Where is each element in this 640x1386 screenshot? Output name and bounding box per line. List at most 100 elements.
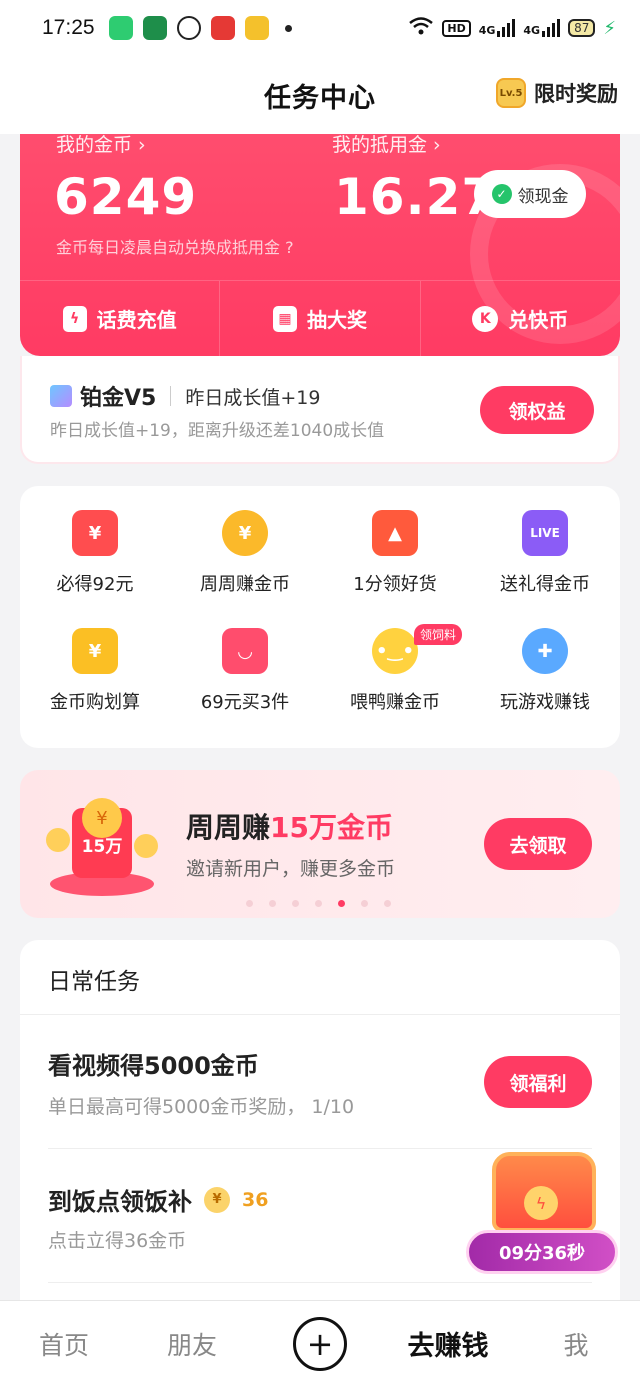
charging-icon: ⚡ bbox=[603, 17, 616, 39]
k-coin-button[interactable]: K 兑快币 bbox=[419, 281, 620, 356]
status-bar: 17:25 HD 4G 4G 87 ⚡ bbox=[0, 0, 640, 56]
grid-item-label: 69元买3件 bbox=[200, 692, 290, 713]
grid-item[interactable]: LIVE 送礼得金币 bbox=[470, 510, 620, 628]
coin-icon: ¥ bbox=[222, 510, 268, 556]
cash-value: 16.27 bbox=[334, 168, 498, 226]
pagination-dot bbox=[338, 900, 345, 907]
daily-tasks-card: 日常任务 看视频得5000金币 单日最高可得5000金币奖励， 1/10 领福利… bbox=[20, 940, 620, 1340]
limited-reward-button[interactable]: Lv.5 限时奖励 bbox=[496, 78, 618, 108]
banner-title: 周周赚15万金币 bbox=[186, 806, 393, 846]
task-title-text: 看视频得5000金币 bbox=[48, 1052, 259, 1080]
phone-recharge-button[interactable]: ϟ 话费充值 bbox=[20, 281, 219, 356]
vip-growth: 昨日成长值+19 bbox=[185, 386, 321, 409]
k-coin-label: 兑快币 bbox=[508, 308, 569, 332]
grid-item-label: 1分领好货 bbox=[353, 574, 437, 595]
level-badge-icon: Lv.5 bbox=[496, 78, 526, 108]
page-title: 任务中心 bbox=[264, 82, 376, 114]
chest-lock-icon: ϟ bbox=[524, 1186, 558, 1220]
divider bbox=[20, 1014, 620, 1015]
lottery-button[interactable]: ▦ 抽大奖 bbox=[219, 281, 419, 356]
red-envelope-icon: ¥ bbox=[72, 510, 118, 556]
feature-grid: ¥ 必得92元 ¥ 周周赚金币 ▲ 1分领好货 LIVE 送礼得金币 ¥ 金币购划算 ◡ 69元买3件… bbox=[20, 486, 620, 746]
grid-item[interactable]: ✚ 玩游戏赚钱 bbox=[470, 628, 620, 746]
phone-recharge-label: 话费充值 bbox=[96, 308, 177, 332]
chest-timer: 09分36秒 bbox=[466, 1230, 618, 1274]
pagination-dot bbox=[246, 900, 253, 907]
grid-item[interactable]: ◡ 69元买3件 bbox=[170, 628, 320, 746]
feature-grid-card: ¥ 必得92元 ¥ 周周赚金币 ▲ 1分领好货 LIVE 送礼得金币 ¥ 金币购划算 ◡ 69元买3件… bbox=[20, 486, 620, 748]
vip-title-row: 铂金V5 昨日成长值+19 bbox=[50, 380, 320, 412]
red-app-icon bbox=[210, 16, 235, 40]
claim-benefits-button[interactable]: 领权益 bbox=[480, 386, 594, 434]
grid-item-label: 金币购划算 bbox=[50, 692, 140, 713]
grid-item-label: 周周赚金币 bbox=[200, 574, 290, 595]
oppo-app-icon bbox=[142, 16, 167, 40]
tab-home[interactable]: 首页 bbox=[0, 1326, 128, 1362]
task-subtitle: 单日最高可得5000金币奖励， 1/10 bbox=[48, 1096, 355, 1118]
check-icon: ✓ bbox=[491, 184, 512, 204]
feed-tag-badge: 领饲料 bbox=[414, 624, 463, 645]
wifi-icon bbox=[408, 16, 434, 40]
task-title: 看视频得5000金币 bbox=[48, 1046, 259, 1081]
gift-icon: ▦ bbox=[272, 305, 297, 332]
status-time: 17:25 bbox=[42, 16, 95, 39]
network-type-2: 4G bbox=[523, 24, 541, 37]
lottery-label: 抽大奖 bbox=[306, 308, 367, 332]
plus-icon: + bbox=[293, 1316, 347, 1371]
svg-text:¥: ¥ bbox=[96, 808, 107, 829]
tab-me[interactable]: 我 bbox=[512, 1326, 640, 1362]
withdraw-cash-label: 领现金 bbox=[517, 186, 569, 207]
signal-icon-2: 4G bbox=[523, 19, 561, 37]
my-cash-link[interactable]: 我的抵用金 › bbox=[332, 134, 441, 157]
task-reward: 36 bbox=[242, 1188, 269, 1211]
grid-item[interactable]: ▲ 1分领好货 bbox=[320, 510, 470, 628]
banner-pagination bbox=[246, 900, 391, 907]
tab-earn[interactable]: 去赚钱 bbox=[384, 1324, 512, 1363]
grid-item[interactable]: ¥ 必得92元 bbox=[20, 510, 170, 628]
wechat-app-icon bbox=[176, 16, 201, 40]
shopping-gift-icon: ◡ bbox=[222, 628, 268, 674]
claim-welfare-button[interactable]: 领福利 bbox=[484, 1056, 592, 1108]
lightning-icon: ϟ bbox=[62, 305, 87, 332]
coin-icon: ¥ bbox=[204, 1186, 230, 1213]
exchange-note: 金币每日凌晨自动兑换成抵用金 ? bbox=[56, 238, 294, 257]
grid-item[interactable]: ¥ 周周赚金币 bbox=[170, 510, 320, 628]
banner-art-label: 15万 bbox=[81, 837, 123, 857]
wallet-card: 我的金币 › 6249 我的抵用金 › 16.27 ✓ 领现金 金币每日凌晨自动… bbox=[20, 134, 620, 356]
notification-dot-icon bbox=[284, 24, 292, 32]
create-button[interactable]: + bbox=[256, 1316, 384, 1371]
network-type-1: 4G bbox=[478, 24, 496, 37]
grid-item-label: 玩游戏赚钱 bbox=[500, 692, 590, 713]
status-indicators: HD 4G 4G 87 ⚡ bbox=[408, 16, 616, 40]
pagination-dot bbox=[361, 900, 368, 907]
vip-card: 铂金V5 昨日成长值+19 昨日成长值+19，距离升级还差1040成长值 领权益 bbox=[20, 356, 620, 464]
task-title: 到饭点领饭补 ¥ 36 bbox=[48, 1182, 268, 1217]
hd-icon: HD bbox=[442, 19, 471, 37]
tab-friends[interactable]: 朋友 bbox=[128, 1326, 256, 1362]
withdraw-cash-button[interactable]: ✓ 领现金 bbox=[474, 170, 586, 218]
treasure-chest-widget[interactable]: ϟ 09分36秒 bbox=[466, 1142, 620, 1278]
promo-banner[interactable]: ¥ 15万 周周赚15万金币 邀请新用户，赚更多金币 去领取 bbox=[20, 770, 620, 918]
platinum-icon bbox=[50, 385, 72, 407]
k-coin-icon: K bbox=[472, 305, 499, 332]
task-subtitle: 点击立得36金币 bbox=[48, 1230, 187, 1252]
claim-banner-button[interactable]: 去领取 bbox=[484, 818, 592, 870]
vip-divider bbox=[170, 386, 172, 406]
grid-item-label: 喂鸭赚金币 bbox=[350, 692, 440, 713]
grid-item[interactable]: ¥ 金币购划算 bbox=[20, 628, 170, 746]
wallet-actions: ϟ 话费充值 ▦ 抽大奖 K 兑快币 bbox=[20, 280, 620, 356]
flame-icon: ▲ bbox=[372, 510, 418, 556]
coins-value: 6249 bbox=[54, 168, 198, 226]
pagination-dot bbox=[292, 900, 299, 907]
iqiyi-app-icon bbox=[108, 16, 133, 40]
my-coins-link[interactable]: 我的金币 › bbox=[56, 134, 146, 157]
banner-subtitle: 邀请新用户，赚更多金币 bbox=[186, 858, 396, 880]
divider bbox=[48, 1282, 592, 1283]
grid-item-label: 送礼得金币 bbox=[500, 574, 590, 595]
daily-tasks-header: 日常任务 bbox=[48, 969, 140, 995]
bottom-tab-bar: 首页 朋友 + 去赚钱 我 bbox=[0, 1300, 640, 1386]
battery-icon: 87 bbox=[568, 19, 596, 37]
duck-icon: •‿• bbox=[372, 628, 418, 674]
page-header: 任务中心 Lv.5 限时奖励 bbox=[0, 56, 640, 134]
grid-item[interactable]: •‿• 喂鸭赚金币 领饲料 bbox=[320, 624, 470, 746]
